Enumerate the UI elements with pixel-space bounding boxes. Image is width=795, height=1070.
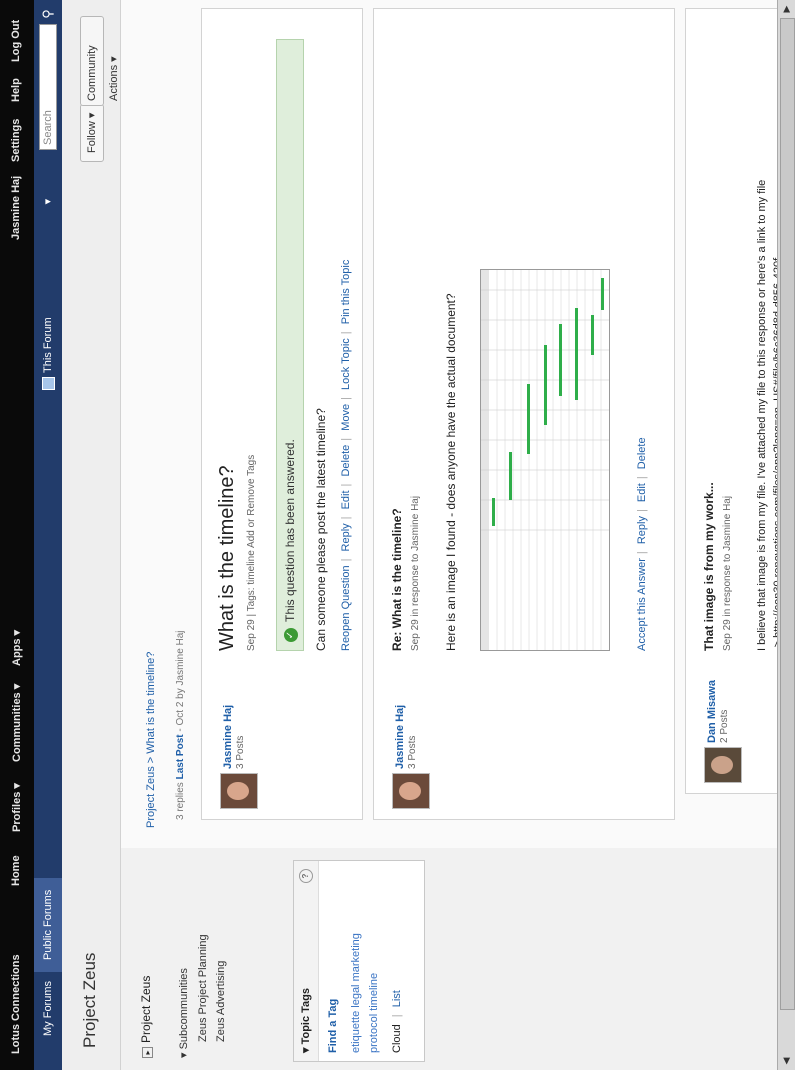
nav-home[interactable]: Home <box>10 855 22 886</box>
tag-link[interactable]: protocol <box>368 1014 380 1053</box>
chevron-down-icon: ▾ <box>178 1049 190 1058</box>
post-count: 2 Posts <box>719 709 730 743</box>
post-body: Here is an image I found - does anyone h… <box>444 293 458 651</box>
scroll-left-icon[interactable]: ◀ <box>780 1054 793 1068</box>
post-actions: Reopen Question| Reply| Edit| Delete| Mo… <box>340 259 352 651</box>
forum-icon <box>41 377 55 390</box>
lock-topic-link[interactable]: Lock Topic <box>340 338 352 390</box>
delete-link[interactable]: Delete <box>636 437 648 469</box>
post-count: 3 Posts <box>407 735 418 769</box>
find-tag-link[interactable]: Find a Tag <box>327 869 339 1053</box>
community-actions-button[interactable]: Community Actions ▾ <box>80 16 120 106</box>
edit-link[interactable]: Edit <box>340 490 352 509</box>
avatar[interactable] <box>392 773 430 809</box>
reply-title: That image is from my work... <box>702 482 716 651</box>
topic-tags-title: Topic Tags <box>300 987 312 1045</box>
topic-tags-header[interactable]: ▾ Topic Tags ? <box>294 861 319 1061</box>
last-post-link[interactable]: Last Post <box>175 734 186 779</box>
user-name[interactable]: Jasmine Haj <box>10 176 22 240</box>
accept-answer-link[interactable]: Accept this Answer <box>636 558 648 651</box>
nav-apps[interactable]: Apps ▾ <box>10 630 23 666</box>
scroll-right-icon[interactable]: ▶ <box>780 2 793 16</box>
global-header: Lotus Connections Home Profiles ▾ Commun… <box>0 0 34 1070</box>
post-body: Can someone please post the latest timel… <box>314 408 328 651</box>
breadcrumb[interactable]: Project Zeus > What is the timeline? <box>145 652 157 828</box>
tag-link[interactable]: timeline <box>368 973 380 1011</box>
avatar[interactable] <box>220 773 258 809</box>
cloud-view-link[interactable]: Cloud <box>391 1024 403 1053</box>
author-name[interactable]: Jasmine Haj <box>394 705 406 769</box>
rotated-screen: Lotus Connections Home Profiles ▾ Commun… <box>0 0 795 1070</box>
answered-text: This question has been answered. <box>283 439 297 622</box>
logout-link[interactable]: Log Out <box>10 20 22 62</box>
scope-selector[interactable]: This Forum ▾ <box>39 199 57 390</box>
post-actions: Accept this Answer| Reply| Edit| Delete <box>636 437 648 651</box>
page-body: Project Zeus Follow ▾ Community Actions … <box>62 0 795 1070</box>
author-name[interactable]: Jasmine Haj <box>222 705 234 769</box>
project-link[interactable]: ▸ Project Zeus <box>139 976 153 1058</box>
delete-link[interactable]: Delete <box>340 445 352 477</box>
scrollbar-thumb[interactable] <box>780 18 795 1010</box>
answered-banner: ✓ This question has been answered. <box>276 39 304 651</box>
scope-label: This Forum <box>42 317 54 373</box>
tab-my-forums[interactable]: My Forums <box>34 969 62 1048</box>
expand-icon: ▸ <box>142 1047 153 1058</box>
search-icon[interactable]: ⚲ <box>38 4 58 24</box>
forum-nav: My Forums Public Forums This Forum ▾ Sea… <box>34 0 62 1070</box>
reply-link[interactable]: Reply <box>340 523 352 551</box>
author-name[interactable]: Dan Misawa <box>706 680 718 743</box>
topic-title: What is the timeline? <box>216 465 238 651</box>
timeline-image <box>480 269 610 651</box>
author-info: Jasmine Haj 3 Posts <box>222 705 246 769</box>
horizontal-scrollbar[interactable]: ◀ ▶ <box>777 0 795 1070</box>
help-link[interactable]: Help <box>10 78 22 102</box>
chevron-down-icon: ▾ <box>42 198 54 205</box>
follow-button[interactable]: Follow ▾ <box>80 103 104 162</box>
topic-content: Project Zeus > What is the timeline? 3 r… <box>121 0 795 848</box>
reply-title: Re: What is the timeline? <box>390 508 404 651</box>
topic-tags-widget: ▾ Topic Tags ? Find a Tag etiquette lega… <box>293 860 425 1062</box>
post-meta: Sep 29 in response to Jasmine Haj <box>410 495 421 651</box>
post-reply: Jasmine Haj 3 Posts Re: What is the time… <box>373 8 675 820</box>
app-name[interactable]: Lotus Connections <box>10 954 22 1054</box>
pin-topic-link[interactable]: Pin this Topic <box>340 260 352 325</box>
nav-communities[interactable]: Communities ▾ <box>10 684 23 762</box>
tag-link[interactable]: legal <box>350 984 362 1007</box>
list-view-link[interactable]: List <box>391 990 403 1007</box>
thread-summary: 3 replies Last Post - Oct 2 by Jasmine H… <box>175 630 186 820</box>
search-input[interactable]: Search <box>39 24 57 150</box>
post-meta: Sep 29 | Tags: timeline Add or Remove Ta… <box>246 454 257 651</box>
author-info: Dan Misawa 2 Posts <box>706 680 730 743</box>
settings-link[interactable]: Settings <box>10 119 22 162</box>
post-body: I believe that image is from my file. I'… <box>756 179 768 651</box>
subcommunity-link[interactable]: Zeus Project Planning <box>197 934 209 1042</box>
tag-link[interactable]: etiquette <box>350 1011 362 1053</box>
tag-link[interactable]: marketing <box>350 933 362 981</box>
chevron-down-icon: ▾ <box>300 1044 312 1053</box>
reply-link[interactable]: Reply <box>636 516 648 544</box>
help-icon[interactable]: ? <box>299 869 313 883</box>
sidebar: ▸ Project Zeus ▾ Subcommunities Zeus Proj… <box>121 847 795 1070</box>
nav-profiles[interactable]: Profiles ▾ <box>10 783 23 832</box>
edit-link[interactable]: Edit <box>636 483 648 502</box>
check-icon: ✓ <box>283 628 298 642</box>
page-title: Project Zeus <box>80 952 99 1048</box>
subcommunities-toggle[interactable]: ▾ Subcommunities <box>177 968 190 1058</box>
last-post-detail: - Oct 2 by Jasmine Haj <box>175 630 186 732</box>
move-link[interactable]: Move <box>340 404 352 431</box>
author-info: Jasmine Haj 3 Posts <box>394 705 418 769</box>
post-meta: Sep 29 in response to Jasmine Haj <box>722 495 733 651</box>
reopen-question-link[interactable]: Reopen Question <box>340 565 352 651</box>
avatar[interactable] <box>704 747 742 783</box>
reply-count: 3 replies <box>175 782 186 820</box>
subcommunities-label: Subcommunities <box>178 968 190 1050</box>
project-link-label: Project Zeus <box>139 975 153 1043</box>
subcommunity-link[interactable]: Zeus Advertising <box>215 961 227 1042</box>
community-header: Project Zeus Follow ▾ Community Actions … <box>62 0 121 1070</box>
post-count: 3 Posts <box>235 735 246 769</box>
tab-public-forums[interactable]: Public Forums <box>34 877 62 972</box>
post-original: Jasmine Haj 3 Posts What is the timeline… <box>201 8 363 820</box>
